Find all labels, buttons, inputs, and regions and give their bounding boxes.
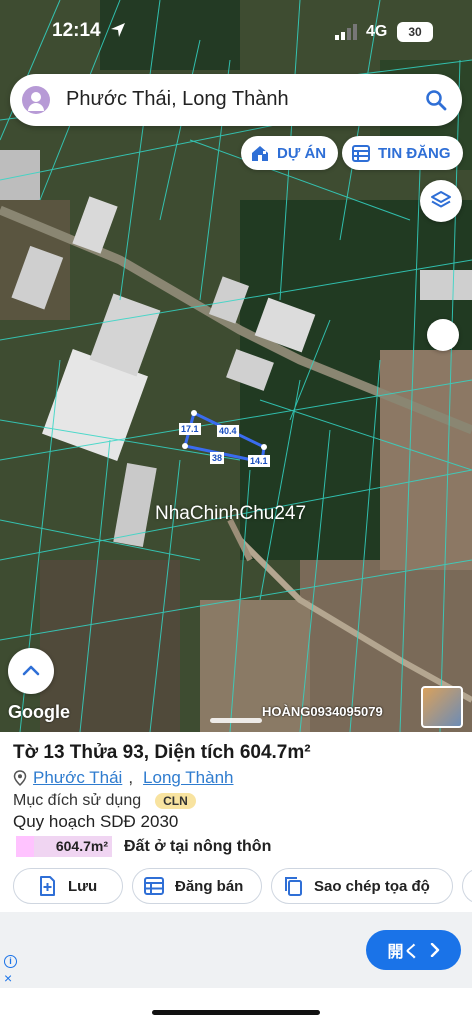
chevron-right-icon [430,943,439,957]
signal-icon [335,24,357,40]
watermark: NhaChinhChu247 [155,503,307,524]
calendar-icon [352,145,370,162]
network-type: 4G [366,23,388,40]
location-marker[interactable] [427,319,459,351]
action-bar: Lưu Đăng bán Sao chép tọa độ [13,868,472,904]
plan-area: 604.7m² [16,836,112,857]
search-bar[interactable]: Phước Thái, Long Thành [10,74,462,126]
location-pin-icon [13,770,27,786]
home-icon [252,146,268,161]
home-indicator[interactable] [152,1010,320,1015]
avatar[interactable] [22,86,50,114]
contact-phone: HOÀNG0934095079 [262,704,383,719]
copy-icon [285,877,302,896]
drag-handle[interactable] [210,718,262,723]
clock: 12:14 [52,20,101,41]
search-icon[interactable] [424,88,448,112]
chevron-up-icon [22,665,40,676]
ad-open-button[interactable]: 開く [366,930,461,970]
projects-button[interactable]: DỰ ÁN [241,136,339,170]
home-indicator-bar [0,988,472,1024]
parcel-title: Tờ 13 Thửa 93, Diện tích 604.7m² [13,742,311,763]
land-purpose: Mục đích sử dụng CLN [13,792,196,810]
ward-link[interactable]: Phước Thái [33,768,122,788]
plot-edge-label: 14.1 [248,455,270,467]
location-arrow-icon [111,23,125,37]
plan-row: 604.7m² Đất ở tại nông thôn [16,836,271,857]
layers-button[interactable] [420,180,462,222]
address-separator: , [128,768,134,787]
purpose-label: Mục đích sử dụng [13,792,142,809]
district-link[interactable]: Long Thành [143,768,233,788]
ad-open-label: 開く [387,944,420,961]
parcel-info-panel: Tờ 13 Thửa 93, Diện tích 604.7m² Phước T… [0,732,472,912]
save-label: Lưu [68,877,98,895]
ad-info-icon[interactable]: i [4,955,17,968]
expand-button[interactable] [8,648,54,694]
profile-photo [421,686,463,728]
ad-close-icon[interactable]: × [4,970,12,986]
save-button[interactable]: Lưu [13,868,123,904]
listings-button[interactable]: TIN ĐĂNG [342,136,463,170]
post-sale-label: Đăng bán [175,877,244,895]
purpose-badge: CLN [155,793,196,809]
plan-label: Quy hoạch SDĐ 2030 [13,812,179,831]
add-document-icon [40,876,55,896]
battery-icon: 30 [397,22,433,42]
listings-label: TIN ĐĂNG [378,144,451,162]
google-logo: Google [8,702,70,722]
projects-label: DỰ ÁN [277,144,327,162]
calendar-icon [144,877,164,895]
more-actions-button[interactable] [462,868,472,904]
plot-edge-label: 38 [210,452,225,464]
status-bar: 12:14 4G 30 [0,0,472,64]
parcel-address: Phước Thái, Long Thành [13,768,233,788]
post-sale-button[interactable]: Đăng bán [132,868,262,904]
copy-coordinates-button[interactable]: Sao chép tọa độ [271,868,453,904]
map-view[interactable]: 17.1 40.4 38 14.1 NhaChinhChu247 12:14 4… [0,0,472,732]
ad-banner[interactable]: i × 開く [0,912,472,988]
plot-edge-label: 17.1 [179,423,201,435]
plot-edge-label: 40.4 [217,425,239,437]
copy-coordinates-label: Sao chép tọa độ [314,877,430,895]
plan-land-use: Đất ở tại nông thôn [124,837,272,855]
search-query[interactable]: Phước Thái, Long Thành [66,88,289,111]
layers-icon [431,191,451,208]
